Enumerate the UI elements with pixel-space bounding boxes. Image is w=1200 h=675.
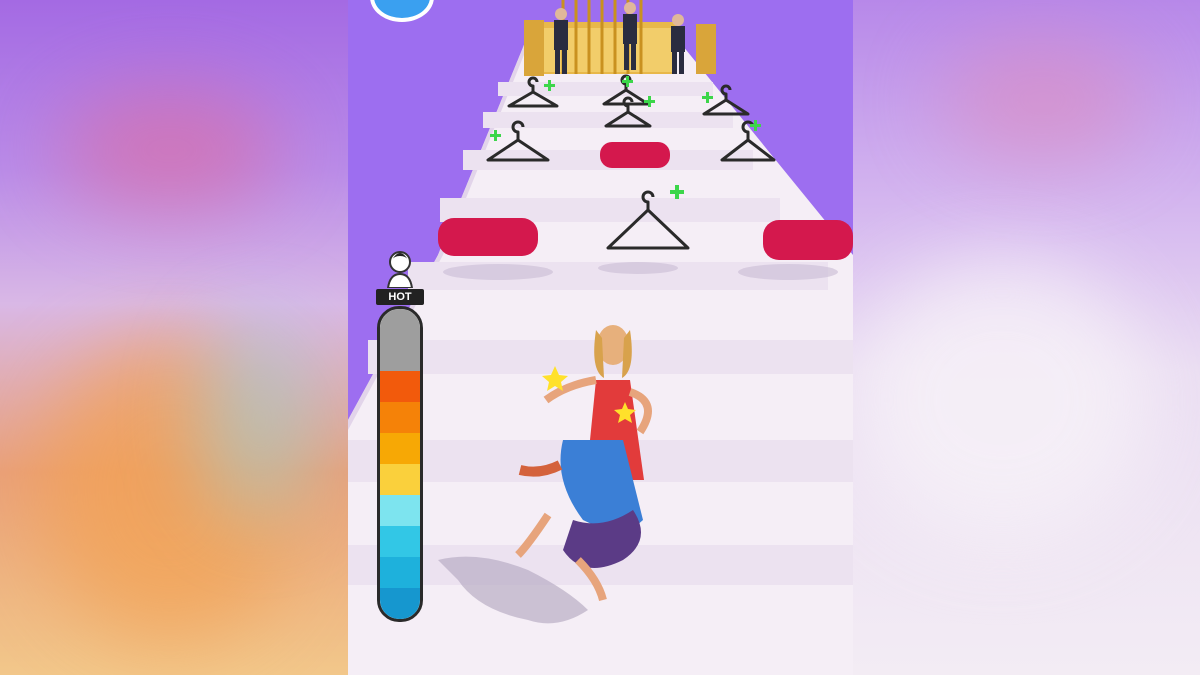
woman-silhouette-icon	[386, 251, 414, 288]
meter-segment	[380, 588, 420, 619]
hot-label: HOT	[376, 289, 424, 305]
game-viewport[interactable]: HOT	[348, 0, 853, 675]
meter-segment	[380, 309, 420, 340]
meter-segment	[380, 340, 420, 371]
meter-segment	[380, 557, 420, 588]
meter-segment	[380, 526, 420, 557]
blurred-background-left	[0, 0, 348, 675]
meter-segment	[380, 464, 420, 495]
meter-segment	[380, 402, 420, 433]
meter-segment	[380, 371, 420, 402]
meter-segment	[380, 433, 420, 464]
blurred-background-right	[852, 0, 1200, 675]
hotness-meter-bar	[377, 306, 423, 622]
hotness-meter: HOT	[376, 248, 424, 623]
meter-segment	[380, 495, 420, 526]
